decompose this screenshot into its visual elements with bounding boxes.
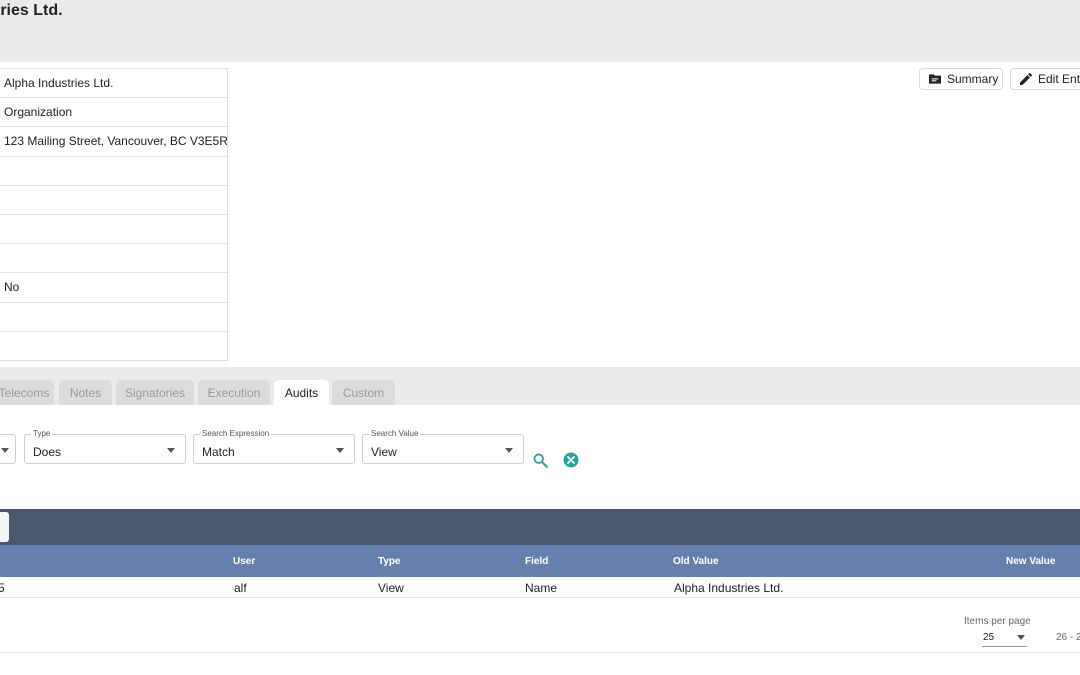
clear-filter-button[interactable] — [562, 451, 580, 469]
filter-search-expression-value: Match — [202, 445, 235, 459]
edit-entity-button[interactable]: Edit Enti — [1010, 68, 1080, 90]
filter-search-value-label: Search Value — [369, 429, 421, 438]
summary-button-label: Summary — [947, 72, 999, 86]
chevron-down-icon — [336, 448, 344, 453]
filter-search-value-value: View — [371, 445, 397, 459]
pencil-icon — [1020, 72, 1032, 85]
cell-user: alf — [234, 581, 247, 595]
cell-old-value: Alpha Industries Ltd. — [674, 581, 784, 595]
divider — [0, 652, 1080, 653]
entity-row-9 — [0, 303, 227, 332]
column-header-field[interactable]: Field — [525, 556, 548, 567]
filter-type-select[interactable]: Type Does — [24, 429, 186, 464]
entity-address-value: 123 Mailing Street, Vancouver, BC V3E5RT — [0, 127, 227, 157]
grid-header: User Type Field Old Value New Value — [0, 545, 1080, 577]
tab-execution[interactable]: Execution — [198, 380, 270, 405]
edit-entity-button-label: Edit Enti — [1038, 72, 1080, 86]
grid-toolbar — [0, 509, 1080, 545]
page-title: tries Ltd. — [0, 2, 63, 19]
cell-field: Name — [525, 581, 558, 595]
entity-details-table: Alpha Industries Ltd. Organization 123 M… — [0, 68, 228, 361]
entity-name-value: Alpha Industries Ltd. — [0, 69, 227, 99]
toolbar-button[interactable] — [0, 512, 9, 542]
tabs-bar: Telecoms Notes Signatories Execution Aud… — [0, 367, 1080, 405]
items-per-page-value: 25 — [983, 632, 995, 643]
pager-range: 26 - 2 — [1056, 632, 1080, 643]
entity-row-7 — [0, 244, 227, 274]
chevron-down-icon — [505, 448, 513, 453]
tab-audits[interactable]: Audits — [274, 380, 329, 405]
column-header-new-value[interactable]: New Value — [1006, 556, 1055, 567]
entity-flag-value: No — [0, 273, 227, 303]
entity-row-6 — [0, 215, 227, 245]
column-header-old-value[interactable]: Old Value — [673, 556, 719, 567]
page-header: tries Ltd. — [0, 0, 1080, 62]
chevron-down-icon — [1017, 635, 1025, 640]
column-header-user[interactable]: User — [233, 556, 255, 567]
tab-notes[interactable]: Notes — [59, 380, 112, 405]
entity-row-10 — [0, 332, 227, 361]
table-row[interactable]: 5 alf View Name Alpha Industries Ltd. — [0, 577, 1080, 598]
tab-telecoms[interactable]: Telecoms — [0, 380, 54, 405]
tab-custom[interactable]: Custom — [332, 380, 395, 405]
clear-circle-icon — [563, 452, 579, 468]
entity-row-4 — [0, 157, 227, 186]
chevron-down-icon — [167, 448, 175, 453]
entity-type-value: Organization — [0, 98, 227, 128]
folder-icon — [929, 74, 941, 84]
filter-search-expression-select[interactable]: Search Expression Match — [193, 429, 355, 464]
filter-search-expression-label: Search Expression — [200, 429, 272, 438]
search-button[interactable] — [531, 451, 549, 469]
cell-first: 5 — [0, 581, 5, 595]
entity-row-5 — [0, 186, 227, 215]
cell-type: View — [378, 581, 404, 595]
filter-type-value: Does — [33, 445, 62, 459]
filter-search-value-select[interactable]: Search Value View — [362, 429, 524, 464]
column-header-type[interactable]: Type — [378, 556, 401, 567]
filter-type-label: Type — [31, 429, 53, 438]
summary-button[interactable]: Summary — [919, 68, 1003, 90]
chevron-down-icon — [1, 448, 9, 453]
tab-signatories[interactable]: Signatories — [116, 380, 194, 405]
filter-field-select[interactable] — [0, 434, 16, 464]
search-icon — [533, 453, 548, 468]
items-per-page-select[interactable]: 25 — [982, 629, 1027, 647]
items-per-page-label: Items per page — [964, 616, 1031, 627]
